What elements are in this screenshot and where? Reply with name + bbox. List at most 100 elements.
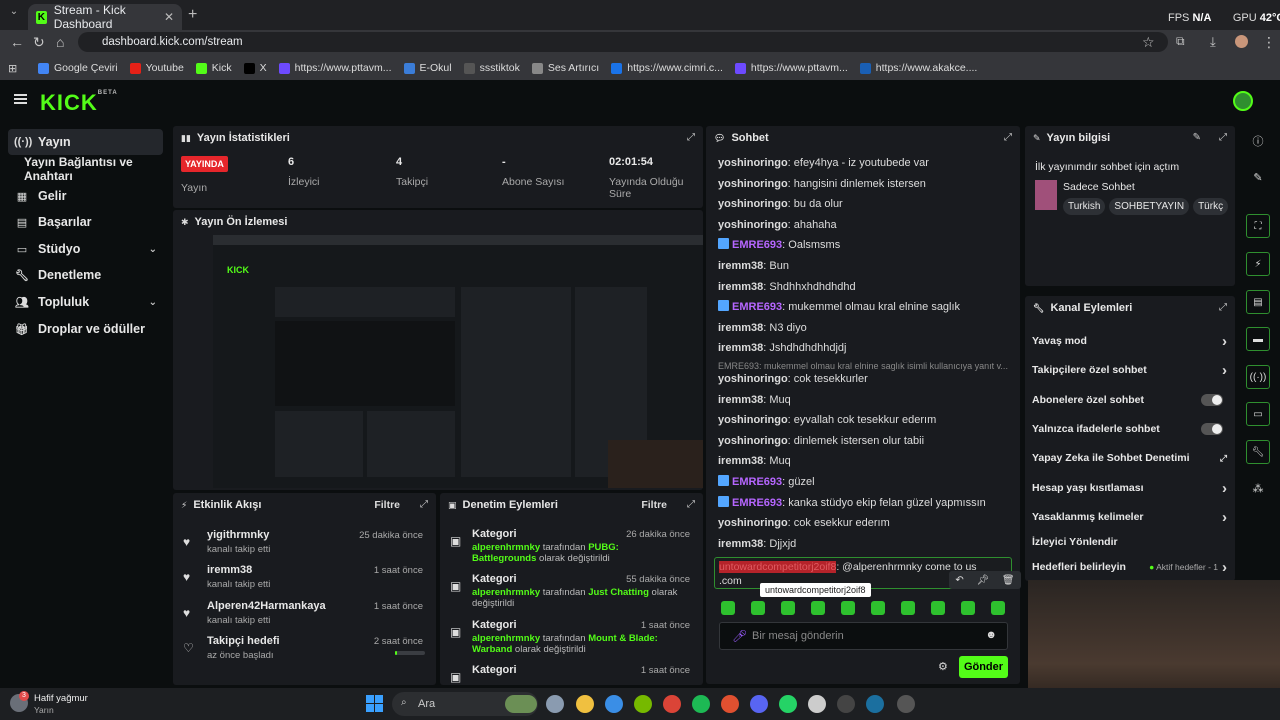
chat-username[interactable]: yoshinoringo [718,178,788,190]
stream-tag[interactable]: SOHBETYAYIN [1109,198,1190,215]
file-explorer-icon[interactable] [576,695,594,713]
bookmark-item[interactable]: ssstiktok [463,62,520,74]
emote-icon[interactable] [931,601,945,615]
apps-grid-icon[interactable]: ⊞ [8,62,17,75]
landscape-icon[interactable] [505,695,537,713]
microphone-icon[interactable]: 🎤︎ [732,629,747,643]
chat-username[interactable]: iremm38 [718,455,763,467]
sidebar-item-stream-key[interactable]: Yayın Bağlantısı ve Anahtarı [18,155,173,183]
chat-username[interactable]: iremm38 [718,394,763,406]
chrome-icon[interactable] [663,695,681,713]
tab-search-icon[interactable]: ⌄ [6,6,22,22]
bookmark-item[interactable]: E-Okul [403,62,452,74]
bookmark-item[interactable]: https://www.cimri.c... [611,62,723,74]
bookmark-star-icon[interactable]: ☆ [1142,34,1155,51]
bookmark-item[interactable]: Kick [195,62,232,74]
channel-action-item[interactable]: Hedefleri belirleyin ● Aktif hedefler - 1… [1025,556,1231,578]
chat-username[interactable]: iremm38 [718,322,763,334]
expand-icon[interactable]: ⤢ [1219,132,1227,143]
emote-icon[interactable] [901,601,915,615]
moderation-filter-button[interactable]: Filtre [641,499,667,511]
broadcast-icon[interactable]: ((·)) [1246,365,1270,389]
chat-username[interactable]: yoshinoringo [718,219,788,231]
sidebar-item-gelir[interactable]: ▦ Gelir [8,183,163,209]
discord-icon[interactable] [750,695,768,713]
chat-username[interactable]: yoshinoringo [718,373,788,385]
settings-icon[interactable] [546,695,564,713]
new-tab-icon[interactable]: + [188,6,197,24]
sidebar-item-topluluk[interactable]: 👥︎ Topluluk ⌄ [8,289,163,315]
chat-username[interactable]: yoshinoringo [718,157,788,169]
emote-icon[interactable] [751,601,765,615]
info-icon[interactable]: ⓘ [1246,129,1270,153]
windows-start-icon[interactable] [366,695,383,712]
steam-icon[interactable] [866,695,884,713]
chat-bubble-icon[interactable]: ▬ [1246,327,1270,351]
channel-action-item[interactable]: Yavaş mod › [1025,330,1231,352]
stream-tag[interactable]: Turkish [1063,198,1106,215]
channel-action-item[interactable]: Takipçilere özel sohbet › [1025,359,1231,381]
menu-icon[interactable] [14,94,27,104]
send-button[interactable]: Gönder [959,656,1008,678]
chat-username[interactable]: iremm38 [718,260,763,272]
home-icon[interactable]: ⌂ [56,34,64,50]
bookmark-item[interactable]: https://www.akakce.... [859,62,977,74]
media-icon[interactable] [721,695,739,713]
chat-username[interactable]: iremm38 [718,538,763,550]
channel-action-item[interactable]: Yasaklanmış kelimeler › [1025,506,1231,528]
chat-username[interactable]: yoshinoringo [718,435,788,447]
sidebar-item-denetleme[interactable]: 🔧︎ Denetleme [8,262,163,288]
close-tab-icon[interactable]: ✕ [164,10,174,24]
chat-input[interactable]: 🎤︎ Bir mesaj gönderin ☻ [719,622,1008,650]
expand-icon[interactable]: ⤢ [687,132,695,143]
users-icon[interactable]: ⁂ [1246,476,1270,500]
download-icon[interactable]: ⤓ [1210,34,1216,50]
pencil-icon[interactable]: ✎ [1246,165,1270,189]
expand-icon[interactable]: ⤢ [420,499,428,510]
bookmark-item[interactable]: Ses Artırıcı [531,62,599,74]
browser-menu-icon[interactable]: ⋮ [1262,34,1276,51]
reload-icon[interactable]: ↻ [33,34,45,51]
chat-username[interactable]: EMRE693 [732,239,782,251]
chat-username[interactable]: EMRE693 [732,497,782,509]
chat-username[interactable]: yoshinoringo [718,517,788,529]
channel-action-item[interactable]: İzleyici Yönlendir [1025,531,1231,553]
store-icon[interactable] [605,695,623,713]
lightning-icon[interactable]: ⚡︎ [1246,252,1270,276]
bookmark-item[interactable]: https://www.pttavm... [278,62,392,74]
channel-action-item[interactable]: Yalnızca ifadelerle sohbet [1025,418,1231,440]
stream-tag[interactable]: Türkç [1193,198,1229,215]
channel-action-item[interactable]: Abonelere özel sohbet [1025,389,1231,411]
stream-preview-video[interactable]: KICK [213,235,703,488]
profile-avatar-icon[interactable] [1235,35,1248,48]
chat-username[interactable]: EMRE693 [732,476,782,488]
clip-icon[interactable]: ⛶ [1246,214,1270,238]
layout-icon[interactable]: ▭ [1246,402,1270,426]
emote-icon[interactable] [811,601,825,615]
bookmark-item[interactable]: Youtube [129,62,184,74]
back-icon[interactable]: ← [10,34,24,50]
emoji-icon[interactable]: ☻ [985,629,997,641]
nvidia-icon[interactable] [634,695,652,713]
weather-text[interactable]: Hafif yağmur [34,693,88,704]
reply-icon[interactable]: ↶ [955,575,963,586]
obs-icon[interactable] [897,695,915,713]
user-avatar[interactable] [1233,91,1253,111]
bookmark-item[interactable]: Google Çeviri [38,62,118,74]
extensions-icon[interactable]: ⧉ [1176,34,1185,49]
expand-icon[interactable]: ⤢ [1004,132,1012,143]
expand-icon[interactable]: ⤢ [687,499,695,510]
emote-icon[interactable] [871,601,885,615]
chat-settings-icon[interactable]: ⚙ [938,660,948,673]
document-icon[interactable]: ▤ [1246,290,1270,314]
chat-username[interactable]: yoshinoringo [718,414,788,426]
emote-icon[interactable] [781,601,795,615]
chat-username[interactable]: EMRE693 [732,301,782,313]
channel-action-item[interactable]: Hesap yaşı kısıtlaması › [1025,477,1231,499]
kick-logo[interactable]: KICKBETA [40,90,118,116]
chat-username[interactable]: iremm38 [718,281,763,293]
whatsapp-icon[interactable] [779,695,797,713]
chat-username[interactable]: iremm38 [718,342,763,354]
chatgpt-icon[interactable] [808,695,826,713]
chat-username[interactable]: yoshinoringo [718,198,788,210]
